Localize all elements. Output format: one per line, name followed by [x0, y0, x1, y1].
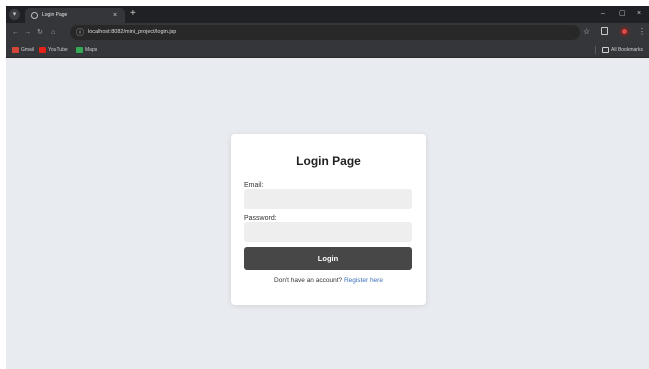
page-title: Login Page [296, 154, 361, 168]
forward-icon[interactable]: → [24, 27, 31, 38]
new-tab-button[interactable]: + [130, 8, 136, 20]
tab-strip: ▾ Login Page × + – ▢ × [6, 6, 649, 23]
url-text[interactable]: localhost:8082/mini_project/login.jsp [88, 27, 176, 38]
bookmark-label: YouTube [48, 47, 68, 53]
tab-login-page[interactable]: Login Page × [25, 8, 125, 23]
address-bar[interactable]: ⓘ localhost:8082/mini_project/login.jsp [70, 25, 580, 40]
reload-icon[interactable]: ↻ [37, 27, 43, 38]
site-info-icon[interactable]: ⓘ [76, 27, 84, 38]
bookmark-star-icon[interactable]: ☆ [583, 26, 590, 38]
menu-icon[interactable]: ⋮ [638, 26, 646, 38]
bookmarks-divider [595, 46, 596, 54]
all-bookmarks-label: All Bookmarks [611, 47, 643, 53]
maximize-button[interactable]: ▢ [619, 8, 626, 20]
login-card: Login Page Email: Password: Login Don't … [231, 134, 426, 305]
browser-toolbar: ← → ↻ ⌂ ⓘ localhost:8082/mini_project/lo… [6, 23, 649, 42]
profile-avatar[interactable] [619, 26, 630, 37]
browser-window: ▾ Login Page × + – ▢ × ← → ↻ ⌂ ⓘ localho… [6, 6, 649, 369]
page-content: Login Page Email: Password: Login Don't … [6, 58, 649, 369]
folder-icon [602, 47, 609, 53]
globe-icon [31, 12, 38, 19]
tab-search-icon[interactable]: ▾ [9, 9, 20, 20]
tab-close-icon[interactable]: × [113, 11, 117, 20]
minimize-button[interactable]: – [601, 8, 605, 20]
email-field[interactable] [244, 189, 412, 209]
register-prompt-text: Don't have an account? [274, 277, 343, 284]
close-window-button[interactable]: × [637, 8, 641, 20]
bookmark-label: Gmail [21, 47, 35, 53]
register-link[interactable]: Register here [344, 277, 383, 284]
login-button[interactable]: Login [244, 247, 412, 270]
gmail-icon [12, 47, 19, 53]
youtube-icon [39, 47, 46, 53]
extensions-icon[interactable] [601, 27, 608, 35]
bookmark-label: Maps [85, 47, 98, 53]
maps-icon [76, 47, 83, 53]
home-icon[interactable]: ⌂ [51, 27, 55, 38]
tab-title: Login Page [42, 12, 68, 18]
password-field[interactable] [244, 222, 412, 242]
bookmarks-bar: Gmail YouTube Maps All Bookmarks [6, 42, 649, 58]
back-icon[interactable]: ← [12, 27, 19, 38]
register-prompt: Don't have an account? Register here [231, 276, 426, 285]
